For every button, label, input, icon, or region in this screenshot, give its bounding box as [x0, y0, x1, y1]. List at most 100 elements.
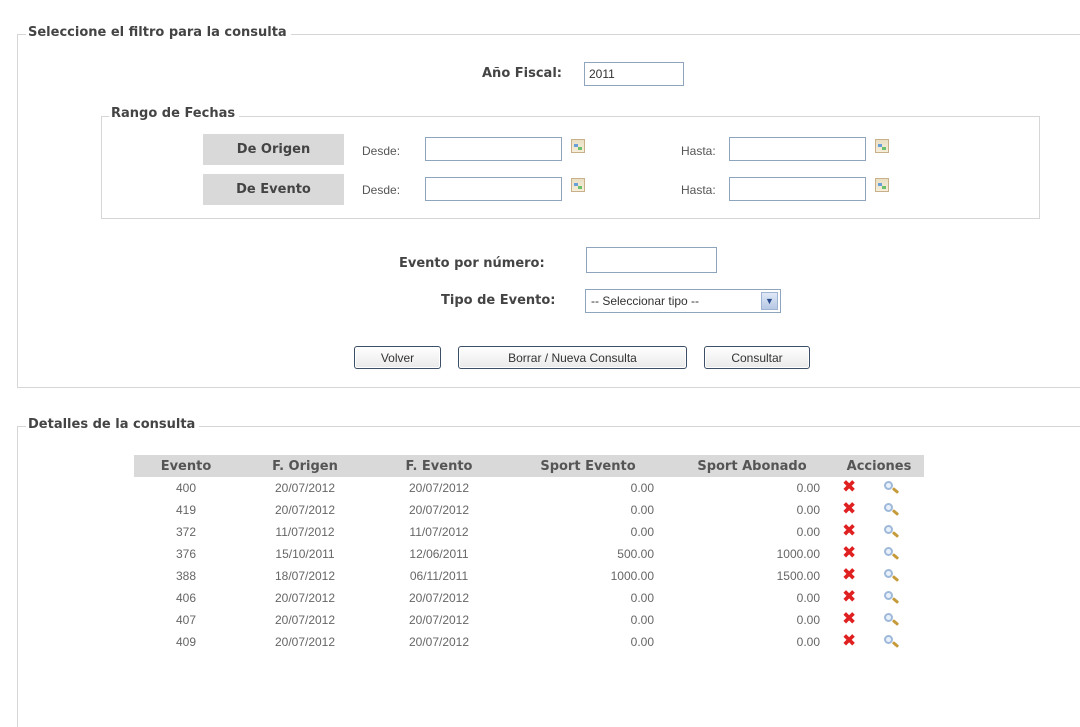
cell-sport-evento: 0.00 — [630, 635, 654, 649]
cell-evento: 419 — [175, 503, 197, 517]
view-icon[interactable] — [882, 634, 900, 650]
view-icon[interactable] — [882, 480, 900, 496]
view-icon[interactable] — [882, 524, 900, 540]
cell-f-origen: 18/07/2012 — [274, 569, 336, 583]
event-to-calendar-icon[interactable] — [875, 178, 889, 192]
cell-acciones: ✖ — [834, 477, 924, 499]
column-header-sport-evento: Sport Evento — [506, 455, 670, 477]
event-to-label: Hasta: — [681, 183, 716, 197]
cell-f-evento: 20/07/2012 — [408, 635, 470, 649]
cell-sport-abonado: 1000.00 — [776, 547, 820, 561]
back-button[interactable]: Volver — [354, 346, 441, 369]
results-header-row: Evento F. Origen F. Evento Sport Evento … — [134, 455, 924, 477]
cell-sport-abonado: 0.00 — [796, 525, 820, 539]
cell-sport-abonado: 0.00 — [796, 503, 820, 517]
origin-to-label: Hasta: — [681, 144, 716, 158]
table-row: 376 15/10/2011 12/06/2011 500.00 1000.00… — [134, 543, 924, 565]
event-label: De Evento — [203, 174, 344, 205]
cell-sport-evento: 1000.00 — [610, 569, 654, 583]
event-number-label: Evento por número: — [399, 256, 545, 271]
cell-evento: 400 — [175, 481, 197, 495]
origin-from-input[interactable] — [425, 137, 562, 161]
cell-sport-abonado: 1500.00 — [776, 569, 820, 583]
view-icon[interactable] — [882, 546, 900, 562]
cell-sport-abonado: 0.00 — [796, 635, 820, 649]
table-row: 400 20/07/2012 20/07/2012 0.00 0.00 ✖ — [134, 477, 924, 499]
origin-from-calendar-icon[interactable] — [571, 139, 585, 153]
cell-f-evento: 12/06/2011 — [409, 547, 469, 561]
cell-evento: 388 — [175, 569, 197, 583]
details-legend: Detalles de la consulta — [26, 417, 200, 432]
fiscal-year-label: Año Fiscal: — [482, 66, 562, 81]
cell-f-evento: 20/07/2012 — [408, 503, 470, 517]
table-row: 388 18/07/2012 06/11/2011 1000.00 1500.0… — [134, 565, 924, 587]
event-from-calendar-icon[interactable] — [571, 178, 585, 192]
table-row: 419 20/07/2012 20/07/2012 0.00 0.00 ✖ — [134, 499, 924, 521]
event-type-select[interactable]: -- Seleccionar tipo -- ▼ — [585, 289, 781, 313]
date-range-legend: Rango de Fechas — [109, 106, 240, 121]
table-row: 372 11/07/2012 11/07/2012 0.00 0.00 ✖ — [134, 521, 924, 543]
query-button[interactable]: Consultar — [704, 346, 810, 369]
fiscal-year-input[interactable] — [584, 62, 684, 86]
cell-evento: 409 — [175, 635, 197, 649]
origin-to-input[interactable] — [729, 137, 866, 161]
origin-label: De Origen — [203, 134, 344, 165]
table-row: 406 20/07/2012 20/07/2012 0.00 0.00 ✖ — [134, 587, 924, 609]
event-type-label: Tipo de Evento: — [441, 293, 556, 308]
column-header-f-origen: F. Origen — [238, 455, 372, 477]
column-header-f-evento: F. Evento — [372, 455, 506, 477]
column-header-acciones: Acciones — [834, 455, 924, 477]
cell-f-origen: 20/07/2012 — [274, 503, 336, 517]
delete-icon[interactable]: ✖ — [842, 478, 862, 495]
event-type-selected-value: -- Seleccionar tipo -- — [591, 294, 700, 308]
delete-icon[interactable]: ✖ — [842, 566, 862, 583]
delete-icon[interactable]: ✖ — [842, 522, 862, 539]
delete-icon[interactable]: ✖ — [842, 544, 862, 561]
cell-f-origen: 20/07/2012 — [274, 591, 336, 605]
view-icon[interactable] — [882, 612, 900, 628]
filter-legend: Seleccione el filtro para la consulta — [26, 25, 291, 40]
cell-f-origen: 20/07/2012 — [274, 481, 336, 495]
cell-sport-evento: 0.00 — [630, 525, 654, 539]
event-to-input[interactable] — [729, 177, 866, 201]
cell-f-evento: 20/07/2012 — [408, 481, 470, 495]
column-header-sport-abonado: Sport Abonado — [670, 455, 834, 477]
cell-sport-evento: 0.00 — [630, 591, 654, 605]
cell-evento: 407 — [175, 613, 197, 627]
delete-icon[interactable]: ✖ — [842, 632, 862, 649]
view-icon[interactable] — [882, 502, 900, 518]
clear-button[interactable]: Borrar / Nueva Consulta — [458, 346, 687, 369]
cell-sport-evento: 0.00 — [630, 503, 654, 517]
cell-acciones: ✖ — [834, 609, 924, 631]
cell-sport-evento: 0.00 — [630, 613, 654, 627]
origin-to-calendar-icon[interactable] — [875, 139, 889, 153]
table-row: 407 20/07/2012 20/07/2012 0.00 0.00 ✖ — [134, 609, 924, 631]
cell-acciones: ✖ — [834, 587, 924, 609]
cell-acciones: ✖ — [834, 565, 924, 587]
delete-icon[interactable]: ✖ — [842, 610, 862, 627]
view-icon[interactable] — [882, 568, 900, 584]
cell-f-origen: 20/07/2012 — [274, 613, 336, 627]
cell-f-origen: 20/07/2012 — [274, 635, 336, 649]
column-header-evento: Evento — [134, 455, 238, 477]
cell-evento: 372 — [175, 525, 197, 539]
event-number-input[interactable] — [586, 247, 717, 273]
cell-evento: 376 — [175, 547, 197, 561]
cell-sport-evento: 0.00 — [630, 481, 654, 495]
table-row: 409 20/07/2012 20/07/2012 0.00 0.00 ✖ — [134, 631, 924, 653]
delete-icon[interactable]: ✖ — [842, 500, 862, 517]
delete-icon[interactable]: ✖ — [842, 588, 862, 605]
cell-evento: 406 — [175, 591, 197, 605]
chevron-down-icon[interactable]: ▼ — [761, 292, 778, 310]
cell-sport-abonado: 0.00 — [796, 613, 820, 627]
cell-acciones: ✖ — [834, 499, 924, 521]
origin-from-label: Desde: — [362, 144, 401, 158]
cell-acciones: ✖ — [834, 631, 924, 653]
cell-f-evento: 06/11/2011 — [409, 569, 469, 583]
event-from-input[interactable] — [425, 177, 562, 201]
cell-f-evento: 20/07/2012 — [408, 591, 470, 605]
event-from-label: Desde: — [362, 183, 401, 197]
view-icon[interactable] — [882, 590, 900, 606]
cell-sport-abonado: 0.00 — [796, 591, 820, 605]
cell-f-origen: 11/07/2012 — [275, 525, 335, 539]
